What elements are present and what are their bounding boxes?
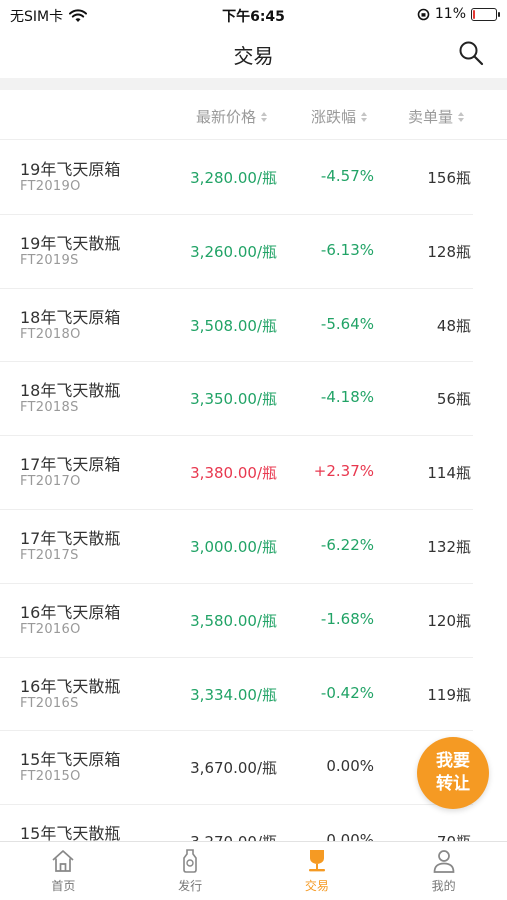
- product-name: 19年飞天原箱: [20, 160, 121, 179]
- sell-order-quantity: 128瓶: [427, 242, 471, 261]
- page-title: 交易: [233, 44, 274, 68]
- product-name: 17年飞天原箱: [20, 455, 121, 475]
- battery-fill: [473, 9, 475, 19]
- transfer-button-line2: 转让: [436, 774, 470, 794]
- sort-price-button[interactable]: 最新价格: [196, 106, 268, 127]
- battery-percent: 11%: [434, 6, 466, 22]
- product-name: 16年飞天原箱: [20, 602, 121, 622]
- price-change: 0.00%: [326, 757, 374, 776]
- tab-mine-label: 我的: [431, 879, 456, 893]
- tab-issue[interactable]: 发行: [127, 842, 254, 900]
- latest-price: 3,580.00/瓶: [190, 611, 277, 630]
- latest-price: 3,280.00/瓶: [190, 169, 277, 187]
- sell-orders-column-label: 卖单量: [408, 108, 454, 126]
- sort-icon: [261, 111, 268, 122]
- list-item[interactable]: 16年飞天散瓶 FT2016S 3,334.00/瓶 -0.42% 119瓶: [0, 658, 507, 732]
- price-change: -5.64%: [320, 314, 374, 333]
- tab-home[interactable]: 首页: [0, 842, 127, 900]
- header-divider: [0, 78, 507, 90]
- sort-icon: [458, 111, 465, 122]
- sort-change-button[interactable]: 涨跌幅: [311, 106, 368, 127]
- transfer-button-line1: 我要: [436, 751, 470, 771]
- latest-price: 3,508.00/瓶: [190, 316, 277, 335]
- tab-trade[interactable]: 交易: [254, 842, 381, 900]
- product-name: 18年飞天原箱: [20, 307, 121, 327]
- product-code: FT2018S: [20, 400, 79, 416]
- transfer-button[interactable]: 我要 转让: [417, 737, 489, 809]
- sort-icon: [361, 111, 368, 122]
- list-item[interactable]: 19年飞天散瓶 FT2019S 3,260.00/瓶 -6.13% 128瓶: [0, 215, 507, 289]
- list-item[interactable]: 17年飞天散瓶 FT2017S 3,000.00/瓶 -6.22% 132瓶: [0, 510, 507, 584]
- price-change: +2.37%: [313, 462, 374, 481]
- change-column-label: 涨跌幅: [311, 108, 357, 126]
- price-change: -4.57%: [320, 167, 374, 185]
- latest-price: 3,000.00/瓶: [190, 537, 277, 556]
- tab-mine[interactable]: 我的: [380, 842, 507, 900]
- product-name: 19年飞天散瓶: [20, 233, 121, 253]
- product-code: FT2016S: [20, 695, 79, 711]
- sell-order-quantity: 120瓶: [427, 611, 471, 630]
- latest-price: 3,380.00/瓶: [190, 464, 277, 483]
- bottle-badge-icon: [183, 849, 197, 873]
- status-bar: 无SIM卡 下午6:45 11%: [0, 0, 507, 30]
- battery-icon: [471, 7, 500, 21]
- list-item[interactable]: 19年飞天原箱 FT2019O 3,280.00/瓶 -4.57% 156瓶: [0, 141, 507, 215]
- tab-bar: 首页 发行 交易 我的: [0, 841, 507, 900]
- list-item[interactable]: 18年飞天原箱 FT2018O 3,508.00/瓶 -5.64% 48瓶: [0, 289, 507, 363]
- list-item[interactable]: 17年飞天原箱 FT2017O 3,380.00/瓶 +2.37% 114瓶: [0, 436, 507, 510]
- latest-price: 3,350.00/瓶: [190, 390, 277, 409]
- product-name: 17年飞天散瓶: [20, 528, 121, 548]
- product-code: FT2019O: [20, 179, 81, 194]
- product-code: FT2017S: [20, 547, 79, 563]
- nav-header: 交易: [0, 30, 507, 78]
- latest-price: 3,670.00/瓶: [190, 759, 277, 778]
- product-code: FT2019S: [20, 252, 79, 268]
- price-change: -0.42%: [320, 683, 374, 702]
- status-right: 11%: [417, 6, 500, 22]
- user-icon: [433, 850, 454, 873]
- home-icon: [52, 850, 74, 872]
- list-item[interactable]: 18年飞天散瓶 FT2018S 3,350.00/瓶 -4.18% 56瓶: [0, 362, 507, 436]
- tab-trade-label: 交易: [304, 879, 329, 893]
- sell-order-quantity: 132瓶: [427, 537, 471, 556]
- tab-home-label: 首页: [51, 879, 76, 893]
- list-item[interactable]: 16年飞天原箱 FT2016O 3,580.00/瓶 -1.68% 120瓶: [0, 584, 507, 658]
- orientation-lock-icon: [417, 8, 430, 20]
- price-change: -4.18%: [320, 388, 374, 407]
- product-code: FT2017O: [20, 474, 81, 490]
- product-code: FT2015O: [20, 769, 81, 785]
- product-code: FT2018O: [20, 326, 81, 342]
- sell-order-quantity: 114瓶: [427, 464, 471, 483]
- latest-price: 3,334.00/瓶: [190, 685, 277, 704]
- price-change: -1.68%: [320, 609, 374, 628]
- sell-order-quantity: 56瓶: [436, 390, 471, 409]
- product-code: FT2016O: [20, 621, 81, 637]
- latest-price: 3,260.00/瓶: [190, 242, 277, 261]
- search-icon[interactable]: [457, 39, 485, 67]
- product-name: 15年飞天原箱: [20, 750, 121, 770]
- price-change: -6.22%: [320, 535, 374, 554]
- price-change: -6.13%: [320, 240, 374, 259]
- sell-order-quantity: 48瓶: [436, 316, 471, 335]
- product-name: 16年飞天散瓶: [20, 676, 121, 696]
- wine-glass-icon: [308, 850, 325, 872]
- column-header: 最新价格 涨跌幅 卖单量: [0, 90, 507, 140]
- price-column-label: 最新价格: [196, 108, 257, 126]
- product-name: 18年飞天散瓶: [20, 381, 121, 401]
- tab-issue-label: 发行: [178, 879, 203, 893]
- sell-order-quantity: 156瓶: [427, 169, 471, 187]
- sell-order-quantity: 119瓶: [427, 685, 471, 704]
- sort-sell-orders-button[interactable]: 卖单量: [408, 106, 465, 127]
